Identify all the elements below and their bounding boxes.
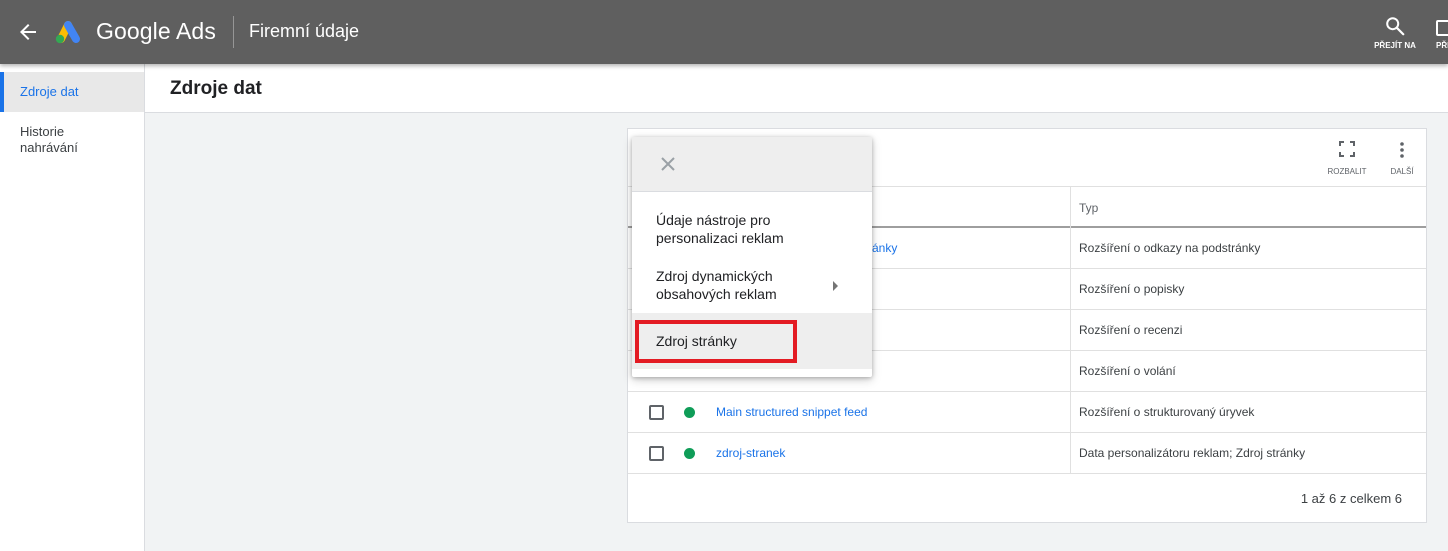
row-name-link[interactable]: ránky [868,241,897,255]
more-vert-icon [1400,142,1404,158]
sidebar-item-label: Historie nahrávání [20,124,78,155]
pagination-text: 1 až 6 z celkem 6 [1300,491,1402,506]
sidebar-item-upload-history[interactable]: Historie nahrávání [0,124,144,156]
expand-label: ROZBALIT [1327,167,1367,176]
reports-button[interactable]: PŘE [1434,12,1448,56]
menu-item-label-line: Údaje nástroje pro [656,212,771,228]
menu-item-label-line: Zdroj dynamických [656,268,773,284]
row-name-link[interactable]: Main structured snippet feed [716,405,867,419]
column-header-type[interactable]: Typ [1079,201,1098,215]
menu-item-ad-customizer-data[interactable]: Údaje nástroje pro personalizaci reklam [632,211,872,247]
page-title: Firemní údaje [249,21,360,41]
row-type: Rozšíření o recenzi [1079,323,1183,337]
table-row: zdroj-stranek Data personalizátoru rekla… [628,433,1426,474]
row-type: Rozšíření o odkazy na podstránky [1079,241,1261,255]
brand-name: Google Ads [96,18,216,44]
goto-button[interactable]: PŘEJÍT NA [1368,12,1422,56]
menu-header [632,137,872,192]
highlight-box [635,320,797,363]
content-title: Zdroje dat [170,78,262,99]
menu-item-label-line: personalizaci reklam [656,230,784,246]
google-ads-logo-icon [53,19,83,45]
close-icon[interactable] [659,155,677,173]
more-button[interactable]: DALŠÍ [1382,141,1422,176]
row-name-link[interactable]: zdroj-stranek [716,446,785,460]
row-type: Rozšíření o strukturovaný úryvek [1079,405,1255,419]
table-row: Main structured snippet feed Rozšíření o… [628,392,1426,433]
content-header: Zdroje dat [145,64,1448,113]
status-dot-icon [684,407,695,418]
sidebar-item-data-sources[interactable]: Zdroje dat [0,72,144,112]
expand-button[interactable]: ROZBALIT [1323,141,1371,176]
menu-item-label-line: obsahových reklam [656,286,777,302]
row-type: Data personalizátoru reklam; Zdroj strán… [1079,446,1306,460]
sidebar: Zdroje dat Historie nahrávání [0,64,145,551]
row-type: Rozšíření o volání [1079,364,1176,378]
row-checkbox[interactable] [649,405,664,420]
goto-label: PŘEJÍT NA [1374,41,1416,50]
title-divider [233,16,234,48]
reports-icon [1436,20,1448,36]
back-arrow-icon[interactable] [16,20,40,44]
reports-label: PŘE [1436,41,1448,50]
top-app-bar: Google Ads Firemní údaje PŘEJÍT NA PŘE [0,0,1448,64]
row-checkbox[interactable] [649,446,664,461]
search-icon [1386,17,1405,36]
fullscreen-icon [1339,141,1355,157]
row-type: Rozšíření o popisky [1079,282,1185,296]
more-label: DALŠÍ [1390,167,1414,176]
status-dot-icon [684,448,695,459]
submenu-arrow-icon [833,281,838,291]
